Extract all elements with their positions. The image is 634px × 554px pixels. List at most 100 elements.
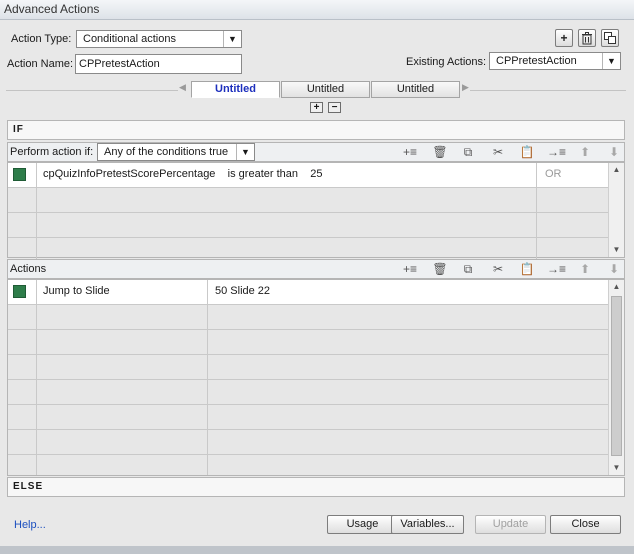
condition-cell: [37, 213, 537, 237]
copy-icon[interactable]: ⧉: [459, 144, 477, 160]
actions-table: Jump to Slide 50 Slide 22 ▲ ▼: [7, 279, 625, 476]
row-selector: [8, 305, 37, 329]
scroll-thumb[interactable]: [611, 296, 622, 456]
row-selector[interactable]: [8, 280, 37, 304]
chevron-down-icon: ▼: [236, 144, 254, 160]
condition-variable: cpQuizInfoPretestScorePercentage: [43, 168, 216, 180]
existing-actions-label: Existing Actions:: [406, 56, 487, 68]
table-row[interactable]: [8, 405, 608, 430]
tab-untitled-3[interactable]: Untitled: [371, 81, 460, 98]
condition-operator: is greater than: [227, 168, 298, 180]
table-row[interactable]: [8, 455, 608, 475]
tab-scroll-left-icon[interactable]: ◀: [179, 82, 186, 93]
move-down-icon[interactable]: ⬇: [605, 261, 623, 277]
cut-icon[interactable]: ✂: [489, 144, 507, 160]
variables-button[interactable]: Variables...: [391, 515, 464, 534]
if-section-header: IF: [7, 120, 625, 140]
update-button[interactable]: Update: [475, 515, 546, 534]
trash-icon[interactable]: 🗑: [431, 144, 449, 160]
row-selector: [8, 380, 37, 404]
move-up-icon[interactable]: ⬆: [576, 144, 594, 160]
action-type-dropdown[interactable]: Conditional actions ▼: [76, 30, 242, 48]
help-link[interactable]: Help...: [14, 519, 46, 531]
chevron-down-icon: ▼: [602, 53, 620, 69]
tab-scroll-right-icon[interactable]: ▶: [462, 82, 469, 93]
table-row[interactable]: [8, 430, 608, 455]
table-row[interactable]: Jump to Slide 50 Slide 22: [8, 280, 608, 305]
paste-icon[interactable]: 📋: [518, 261, 536, 277]
perform-action-dropdown[interactable]: Any of the conditions true ▼: [97, 143, 255, 161]
row-selector: [8, 405, 37, 429]
paste-icon[interactable]: 📋: [518, 144, 536, 160]
action-cell: [37, 355, 208, 379]
table-row[interactable]: [8, 188, 608, 213]
divider: [470, 90, 626, 91]
scroll-up-icon[interactable]: ▲: [609, 163, 624, 177]
insert-below-icon[interactable]: →≡: [547, 144, 566, 160]
scroll-up-icon[interactable]: ▲: [609, 280, 624, 294]
row-selector: [8, 330, 37, 354]
action-cell: [37, 330, 208, 354]
close-button[interactable]: Close: [550, 515, 621, 534]
insert-below-icon[interactable]: →≡: [547, 261, 566, 277]
chevron-down-icon: ▼: [223, 31, 241, 47]
existing-actions-dropdown[interactable]: CPPretestAction ▼: [489, 52, 621, 70]
table-row[interactable]: [8, 380, 608, 405]
window-title: Advanced Actions: [0, 0, 634, 20]
row-marker-icon: [13, 285, 26, 298]
remove-tab-button[interactable]: −: [328, 102, 341, 113]
action-cell: [37, 455, 208, 475]
condition-cell: [37, 188, 537, 212]
actions-scrollbar[interactable]: ▲ ▼: [608, 280, 624, 475]
table-row[interactable]: [8, 355, 608, 380]
perform-action-label: Perform action if:: [10, 146, 94, 158]
insert-row-icon[interactable]: +≡: [401, 144, 419, 160]
action-cell: [37, 430, 208, 454]
table-row[interactable]: [8, 305, 608, 330]
row-selector: [8, 188, 37, 212]
cut-icon[interactable]: ✂: [489, 261, 507, 277]
action-cell: [37, 380, 208, 404]
actions-label: Actions: [10, 263, 47, 275]
window-bottom-edge: [0, 546, 634, 554]
action-type-label: Action Type:: [11, 33, 72, 45]
table-row[interactable]: cpQuizInfoPretestScorePercentage is grea…: [8, 163, 608, 188]
else-section-header[interactable]: ELSE: [7, 477, 625, 497]
action-cell[interactable]: Jump to Slide: [37, 280, 208, 304]
add-tab-button[interactable]: +: [310, 102, 323, 113]
usage-button[interactable]: Usage: [327, 515, 398, 534]
action-cell: [37, 305, 208, 329]
row-selector: [8, 455, 37, 475]
if-toolbar: Perform action if: Any of the conditions…: [7, 142, 625, 162]
condition-connector[interactable]: OR: [537, 163, 608, 187]
table-row[interactable]: [8, 213, 608, 238]
condition-value: 25: [310, 168, 323, 180]
action-type-value: Conditional actions: [83, 33, 176, 45]
trash-icon[interactable]: 🗑: [431, 261, 449, 277]
action-name-input[interactable]: CPPretestAction: [75, 54, 242, 74]
move-up-icon[interactable]: ⬆: [576, 261, 594, 277]
row-selector[interactable]: [8, 163, 37, 187]
insert-row-icon[interactable]: +≡: [401, 261, 419, 277]
row-marker-icon: [13, 168, 26, 181]
trash-icon[interactable]: [578, 29, 596, 47]
plus-icon[interactable]: +: [555, 29, 573, 47]
table-row[interactable]: [8, 330, 608, 355]
conditions-scrollbar[interactable]: ▲ ▼: [608, 163, 624, 257]
move-down-icon[interactable]: ⬇: [605, 144, 623, 160]
tab-untitled-1[interactable]: Untitled: [191, 81, 280, 98]
duplicate-icon[interactable]: [601, 29, 619, 47]
conditions-table: cpQuizInfoPretestScorePercentage is grea…: [7, 162, 625, 263]
action-cell: [37, 405, 208, 429]
existing-actions-value: CPPretestAction: [496, 55, 577, 67]
scroll-down-icon[interactable]: ▼: [609, 243, 624, 257]
action-name-label: Action Name:: [7, 58, 74, 70]
copy-icon[interactable]: ⧉: [459, 261, 477, 277]
row-selector: [8, 355, 37, 379]
scroll-down-icon[interactable]: ▼: [609, 461, 624, 475]
row-selector: [8, 430, 37, 454]
tab-untitled-2[interactable]: Untitled: [281, 81, 370, 98]
condition-cell[interactable]: cpQuizInfoPretestScorePercentage is grea…: [37, 163, 537, 187]
row-selector: [8, 213, 37, 237]
action-target-cell[interactable]: 50 Slide 22: [208, 280, 608, 304]
